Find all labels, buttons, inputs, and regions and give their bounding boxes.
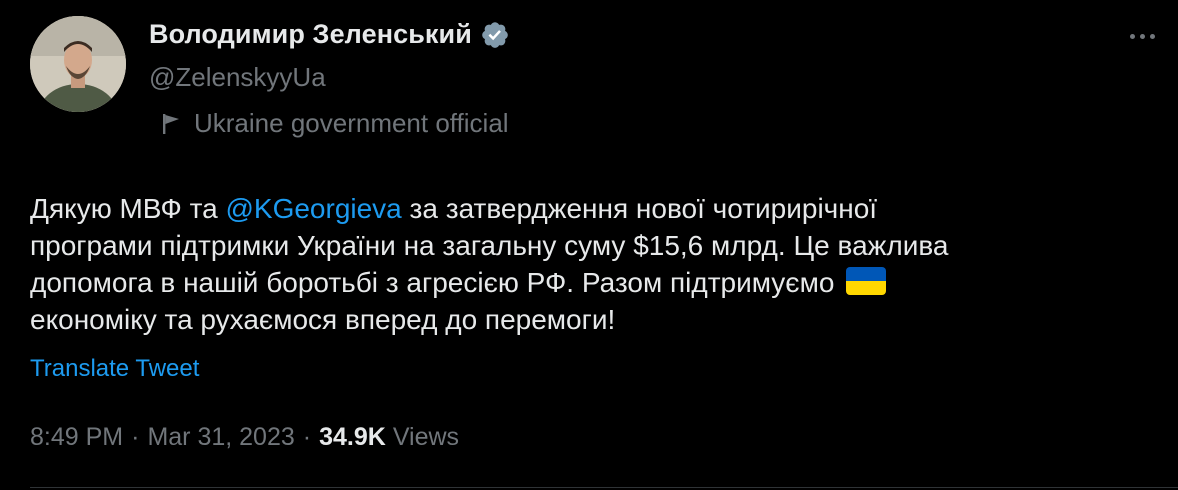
tweet-line-3: допомога в нашій боротьбі з агресією РФ.… [30, 264, 1150, 301]
author-handle[interactable]: @ZelenskyyUa [149, 62, 326, 93]
divider [30, 487, 1178, 488]
tweet-text: Дякую МВФ та @KGeorgieva за затвердження… [30, 190, 1150, 338]
tweet-text-segment: допомога в нашій боротьбі з агресією РФ.… [30, 267, 835, 298]
flag-icon [160, 111, 184, 137]
tweet-date[interactable]: Mar 31, 2023 [147, 423, 294, 452]
more-button[interactable] [1122, 26, 1162, 46]
more-icon-dot [1139, 33, 1145, 39]
tweet-line-1: Дякую МВФ та @KGeorgieva за затвердження… [30, 190, 1150, 227]
more-icon-dot [1149, 33, 1155, 39]
views-label: Views [392, 423, 460, 451]
tweet-text-segment: за затвердження нової чотирирічної [401, 193, 878, 224]
tweet-meta: 8:49 PM · Mar 31, 2023 · 34.9K Views [30, 423, 459, 452]
mention-link[interactable]: @KGeorgieva [225, 193, 401, 224]
translate-tweet-link[interactable]: Translate Tweet [30, 355, 199, 383]
government-label[interactable]: Ukraine government official [160, 108, 509, 139]
more-icon-dot [1129, 33, 1135, 39]
tweet-text-segment: Дякую МВФ та [30, 193, 226, 224]
tweet-time[interactable]: 8:49 PM [30, 423, 123, 452]
meta-separator: · [131, 423, 140, 451]
avatar-image [30, 16, 126, 112]
ukraine-flag-emoji [846, 267, 887, 295]
tweet-line-4: економіку та рухаємося вперед до перемог… [30, 304, 616, 335]
verified-badge-icon[interactable] [480, 20, 510, 50]
tweet-line-2: програми підтримки України на загальну с… [30, 230, 949, 261]
avatar[interactable] [30, 16, 126, 112]
tweet: Володимир Зеленський @ZelenskyyUa Ukrain… [0, 0, 1178, 490]
display-name[interactable]: Володимир Зеленський [149, 19, 472, 50]
meta-separator: · [302, 423, 312, 451]
government-label-text: Ukraine government official [194, 108, 509, 138]
views-count[interactable]: 34.9K [319, 423, 386, 452]
author-name-row: Володимир Зеленський [149, 19, 510, 50]
